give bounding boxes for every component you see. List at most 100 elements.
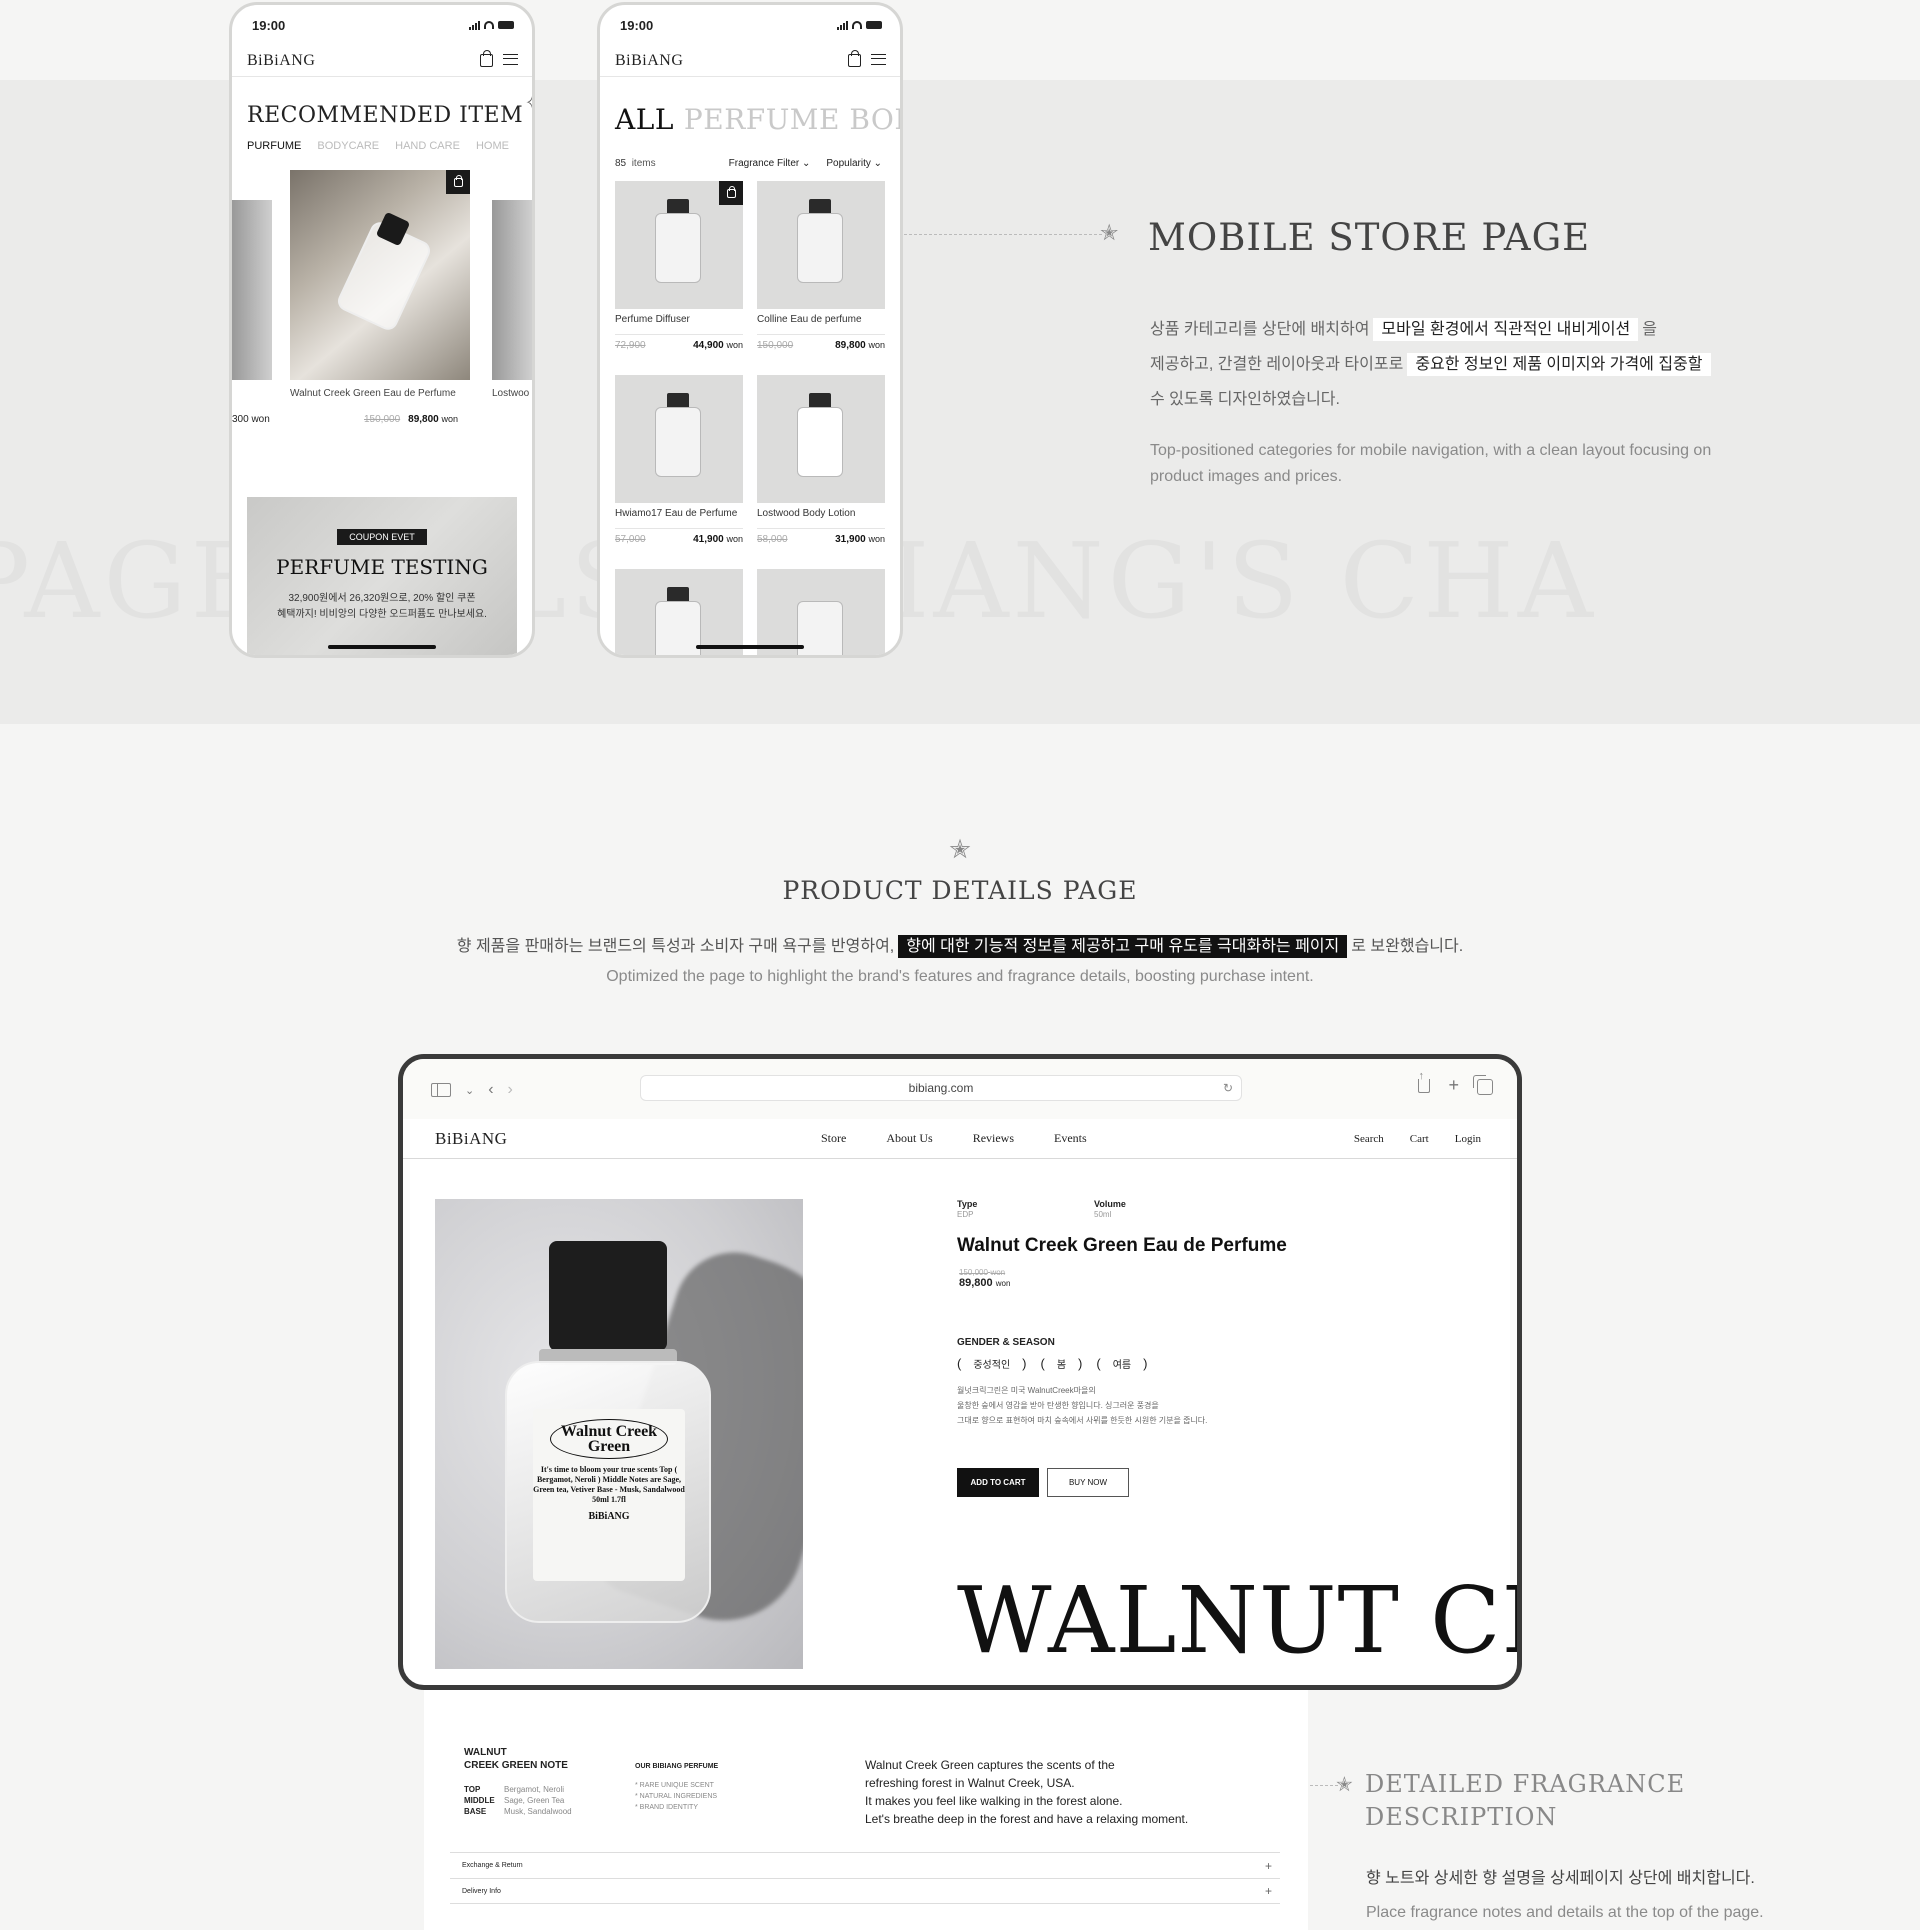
tab-all[interactable]: ALL (615, 103, 674, 136)
brand-logo[interactable]: BiBiANG (247, 52, 315, 70)
gender-season-title: GENDER & SEASON (957, 1337, 1055, 1348)
tab-home[interactable]: HOME (476, 140, 509, 152)
carousel-prev-image[interactable] (232, 200, 272, 380)
notes-heading: WALNUT CREEK GREEN NOTE (464, 1747, 568, 1771)
coupon-description: 32,900원에서 26,320원으로, 20% 할인 쿠폰 혜택까지! 비비앙의… (277, 593, 487, 620)
product-card[interactable]: Lostwood Body Lotion 58,000 31,900 won (757, 375, 885, 545)
bottle-cap (549, 1241, 667, 1351)
product-card[interactable]: Perfume Diffuser 72,900 44,900 won (615, 181, 743, 351)
brand-features: OUR BIBIANG PERFUME * RARE UNIQUE SCENT *… (635, 1763, 719, 1811)
featured-product-price: 150,000 89,800 won (364, 414, 459, 425)
product-card[interactable]: Hwiamo17 Eau de Perfume 57,000 41,900 won (615, 375, 743, 545)
reload-icon[interactable]: ↻ (1223, 1076, 1233, 1100)
tab-bodycare[interactable]: BODYCARE (317, 140, 379, 152)
original-price: 150,000 won (959, 1268, 1006, 1277)
product-card[interactable]: Colline Eau de perfume 150,000 89,800 won (757, 181, 885, 351)
buy-now-button[interactable]: BUY NOW (1047, 1468, 1129, 1497)
app-header: BiBiANG (232, 45, 532, 77)
brand-logo[interactable]: BiBiANG (435, 1129, 507, 1149)
fragrance-story: Walnut Creek Green captures the scents o… (865, 1758, 1189, 1826)
nav-store[interactable]: Store (821, 1131, 846, 1146)
tab-handcare[interactable]: HAND CARE (395, 140, 460, 152)
battery-icon (866, 21, 882, 29)
product-description: 월넛크릭그린은 미국 WalnutCreek마을의 울창한 숲에서 영감을 받아 … (957, 1386, 1208, 1425)
forward-icon[interactable]: › (508, 1081, 513, 1099)
details-section-english-copy: Optimized the page to highlight the bran… (606, 968, 1314, 985)
product-image[interactable] (615, 181, 743, 309)
cart-icon[interactable] (848, 50, 861, 67)
accordion-exchange-return[interactable]: Exchange & Return + (450, 1852, 1280, 1878)
site-nav: BiBiANG Store About Us Reviews Events Se… (403, 1119, 1517, 1159)
wifi-icon (484, 21, 494, 29)
app-header: BiBiANG (600, 45, 900, 77)
product-image[interactable] (757, 375, 885, 503)
item-count: 85 items (615, 158, 656, 169)
product-name: Colline Eau de perfume (757, 314, 862, 325)
product-name: Walnut Creek Green Eau de Perfume (957, 1235, 1287, 1256)
featured-product-image[interactable] (290, 170, 470, 380)
nav-about-us[interactable]: About Us (886, 1131, 932, 1146)
brand-logo[interactable]: BiBiANG (615, 52, 683, 70)
sparkle-icon: ✧ (525, 93, 532, 112)
nav-events[interactable]: Events (1054, 1131, 1087, 1146)
volume-value: 50ml (1094, 1210, 1112, 1219)
signal-icon (469, 20, 480, 30)
category-tabs: PURFUME BODYCARE HAND CARE HOME (247, 140, 532, 152)
product-carousel[interactable]: Walnut Creek Green Eau de Perfume Lostwo… (232, 170, 532, 425)
expand-icon[interactable]: + (1265, 1859, 1272, 1873)
menu-icon[interactable] (871, 54, 886, 65)
share-icon[interactable] (1418, 1070, 1431, 1093)
system-icons (469, 20, 514, 30)
nav-reviews[interactable]: Reviews (973, 1131, 1014, 1146)
mobile-section-english-copy: Top-positioned categories for mobile nav… (1150, 442, 1712, 485)
mobile-section-korean-copy: 상품 카테고리를 상단에 배치하여 모바일 환경에서 직관적인 내비게이션 을 제공… (1150, 312, 1750, 417)
product-image[interactable] (615, 375, 743, 503)
section-star: ✭ (0, 834, 1920, 865)
nav-search[interactable]: Search (1354, 1133, 1384, 1145)
product-price: 57,000 41,900 won (615, 528, 743, 545)
back-icon[interactable]: ‹ (488, 1081, 493, 1099)
coupon-title: PERFUME TESTING (276, 555, 488, 579)
fragrance-notes-panel: WALNUT CREEK GREEN NOTE TOP Bergamot, Nero… (424, 1690, 1308, 1930)
fragrance-section-title: DETAILED FRAGRANCE DESCRIPTION (1365, 1770, 1686, 1831)
sidebar-toggle-icon[interactable] (431, 1083, 451, 1097)
add-to-cart-button[interactable]: ADD TO CART (957, 1468, 1039, 1497)
address-bar[interactable]: bibiang.com ↻ (640, 1075, 1242, 1101)
carousel-next-image[interactable] (492, 200, 532, 380)
new-tab-icon[interactable]: + (1448, 1075, 1459, 1096)
fragrance-section-english-copy: Place fragrance notes and details at the… (1366, 1904, 1764, 1921)
sort-dropdown[interactable]: Popularity ⌄ (826, 158, 882, 169)
status-bar: 19:00 (232, 5, 532, 45)
product-image[interactable] (757, 181, 885, 309)
tab-perfume[interactable]: PURFUME (247, 140, 301, 152)
add-to-cart-icon-button[interactable] (446, 170, 470, 194)
product-info: Type EDP Volume 50ml Walnut Creek Green Ea… (957, 1199, 1477, 1497)
details-section-title: PRODUCT DETAILS PAGE (782, 876, 1138, 905)
cart-icon[interactable] (480, 50, 493, 67)
nav-cart[interactable]: Cart (1410, 1133, 1429, 1145)
chevron-down-icon[interactable]: ⌄ (465, 1084, 474, 1097)
type-label: Type (957, 1199, 978, 1209)
menu-icon[interactable] (503, 54, 518, 65)
product-display-name: WALNUT CR (957, 1567, 1522, 1674)
cart-icon (726, 185, 736, 198)
chip-gender: 중성적인 (957, 1356, 1027, 1371)
tab-other-categories[interactable]: PERFUME BOD (684, 103, 900, 136)
accordion-delivery-info[interactable]: Delivery Info + (450, 1878, 1280, 1904)
product-name: Hwiamo17 Eau de Perfume (615, 508, 738, 519)
notes-table: TOP Bergamot, Neroli MIDDLE Sage, Green Te… (464, 1785, 572, 1816)
tab-overview-icon[interactable] (1473, 1075, 1493, 1095)
coupon-banner[interactable]: COUPON EVET PERFUME TESTING 32,900원에서 26… (247, 497, 517, 655)
system-icons (837, 20, 882, 30)
featured-product-name[interactable]: Walnut Creek Green Eau de Perfume (290, 388, 456, 399)
expand-icon[interactable]: + (1265, 1884, 1272, 1898)
product-price: 150,000 89,800 won (757, 334, 885, 351)
home-indicator (328, 645, 436, 649)
add-to-cart-icon-button[interactable] (719, 181, 743, 205)
cart-icon (453, 174, 463, 187)
nav-login[interactable]: Login (1455, 1133, 1481, 1145)
signal-icon (837, 20, 848, 30)
phone-recommended: 19:00 BiBiANG RECOMMENDED ITEM✧ PURFUME … (229, 2, 535, 658)
fragrance-filter-dropdown[interactable]: Fragrance Filter ⌄ (729, 158, 811, 169)
connector-line (904, 234, 1102, 235)
